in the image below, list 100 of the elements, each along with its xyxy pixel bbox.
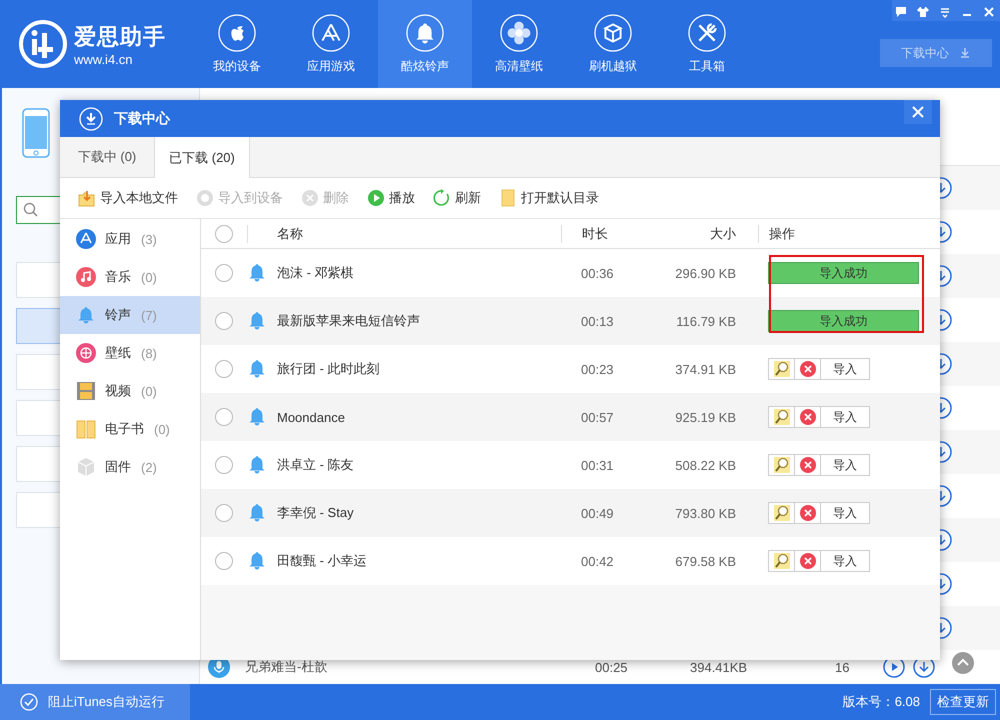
select-all-checkbox[interactable] (215, 224, 233, 242)
check-update-button[interactable]: 检查更新 (930, 689, 996, 715)
download-icon (79, 106, 103, 130)
ringtone-name: 泡沫 - 邓紫棋 (277, 264, 354, 282)
scroll-top-icon[interactable] (952, 652, 974, 674)
locate-button[interactable] (768, 502, 795, 524)
nav-tab[interactable]: 刷机越狱 (566, 0, 660, 88)
row-checkbox[interactable] (215, 312, 233, 330)
toolbar-button[interactable]: 导入本地文件 (100, 189, 178, 207)
import-button[interactable]: 导入 (820, 454, 870, 476)
category-count: (3) (141, 232, 157, 246)
bell-icon (247, 551, 267, 571)
file-size: 679.58 KB (675, 554, 736, 568)
flower-icon (76, 343, 96, 363)
bell-icon (247, 407, 267, 427)
bell-icon (247, 263, 267, 283)
logo-url: www.i4.cn (74, 52, 134, 66)
appstore-icon (76, 229, 96, 249)
row-checkbox[interactable] (215, 456, 233, 474)
import-button[interactable]: 导入 (820, 550, 870, 572)
duration: 00:57 (581, 410, 614, 424)
row-checkbox[interactable] (215, 264, 233, 282)
ringtone-name: 李幸倪 - Stay (277, 504, 354, 522)
nav-icon (688, 14, 726, 52)
logo-icon (18, 19, 68, 69)
toolbar-button[interactable]: 播放 (389, 189, 415, 207)
column-header[interactable]: 操作 (769, 224, 795, 242)
row-checkbox[interactable] (215, 552, 233, 570)
nav-tab[interactable]: 酷炫铃声 (378, 0, 472, 88)
locate-button[interactable] (768, 358, 795, 380)
book-icon (76, 419, 96, 439)
tab[interactable]: 下载中 (0) (60, 137, 154, 177)
locate-button[interactable] (768, 550, 795, 572)
delete-button[interactable] (794, 358, 821, 380)
category-item[interactable]: 应用 (3) (60, 220, 200, 258)
duration: 00:13 (581, 314, 614, 328)
row-checkbox[interactable] (215, 360, 233, 378)
cube-icon (76, 457, 96, 477)
column-header[interactable]: 时长 (582, 226, 608, 240)
import-button[interactable]: 导入 (820, 502, 870, 524)
category-item[interactable]: 壁纸 (8) (60, 334, 200, 372)
delete-button[interactable] (794, 406, 821, 428)
column-header[interactable]: 大小 (710, 224, 736, 242)
nav-tab[interactable]: 工具箱 (660, 0, 754, 88)
song-duration: 00:25 (595, 660, 629, 674)
song-size: 394.41KB (690, 660, 748, 674)
nav-tab[interactable]: 应用游戏 (284, 0, 378, 88)
import-success-status: 导入成功 (768, 262, 919, 284)
import-success-status: 导入成功 (768, 310, 919, 332)
song-title: 兄弟难当-杜歆 (245, 658, 328, 676)
phone-icon (22, 108, 50, 158)
locate-button[interactable] (768, 406, 795, 428)
nav-icon (594, 14, 632, 52)
duration: 00:23 (581, 362, 614, 376)
download-icon (959, 47, 971, 59)
row-checkbox[interactable] (215, 504, 233, 522)
category-count: (0) (154, 422, 170, 436)
file-size: 116.79 KB (676, 314, 736, 328)
nav-icon (406, 14, 444, 52)
ringtone-name: 旅行团 - 此时此刻 (277, 360, 380, 378)
bell-icon (247, 503, 267, 523)
category-item[interactable]: 电子书 (0) (60, 410, 200, 448)
category-item[interactable]: 视频 (0) (60, 372, 200, 410)
film-icon (76, 381, 96, 401)
refresh-icon (433, 189, 451, 207)
category-count: (0) (141, 384, 157, 398)
tab[interactable]: 已下载 (20) (154, 137, 250, 178)
duration: 00:36 (581, 266, 614, 280)
check-icon[interactable] (20, 693, 38, 711)
category-count: (0) (141, 270, 157, 284)
nav-icon (500, 14, 538, 52)
toolbar-button[interactable]: 刷新 (455, 189, 481, 207)
ringtone-name: 最新版苹果来电短信铃声 (277, 312, 420, 330)
row-checkbox[interactable] (215, 408, 233, 426)
locate-button[interactable] (768, 454, 795, 476)
file-size: 925.19 KB (675, 410, 736, 424)
delete-button[interactable] (794, 550, 821, 572)
toolbar-button[interactable]: 打开默认目录 (521, 189, 599, 207)
category-count: (8) (141, 346, 157, 360)
ringtone-name: 洪卓立 - 陈友 (277, 456, 354, 474)
delete-icon (301, 189, 319, 207)
bell-icon (247, 311, 267, 331)
category-item[interactable]: 铃声 (7) (60, 296, 200, 334)
category-item[interactable]: 固件 (2) (60, 448, 200, 486)
delete-button[interactable] (794, 454, 821, 476)
search-icon (23, 202, 39, 218)
version-label: 版本号：6.08 (842, 693, 920, 711)
song-count: 16 (835, 660, 850, 674)
device-icon (196, 189, 214, 207)
category-item[interactable]: 音乐 (0) (60, 258, 200, 296)
play-icon (367, 189, 385, 207)
delete-button[interactable] (794, 502, 821, 524)
file-size: 374.91 KB (675, 362, 736, 376)
column-header[interactable]: 名称 (248, 224, 303, 242)
close-icon[interactable] (904, 100, 932, 124)
import-button[interactable]: 导入 (820, 358, 870, 380)
nav-tab[interactable]: 高清壁纸 (472, 0, 566, 88)
nav-tab[interactable]: 我的设备 (190, 0, 284, 88)
file-size: 508.22 KB (675, 458, 736, 472)
import-button[interactable]: 导入 (820, 406, 870, 428)
